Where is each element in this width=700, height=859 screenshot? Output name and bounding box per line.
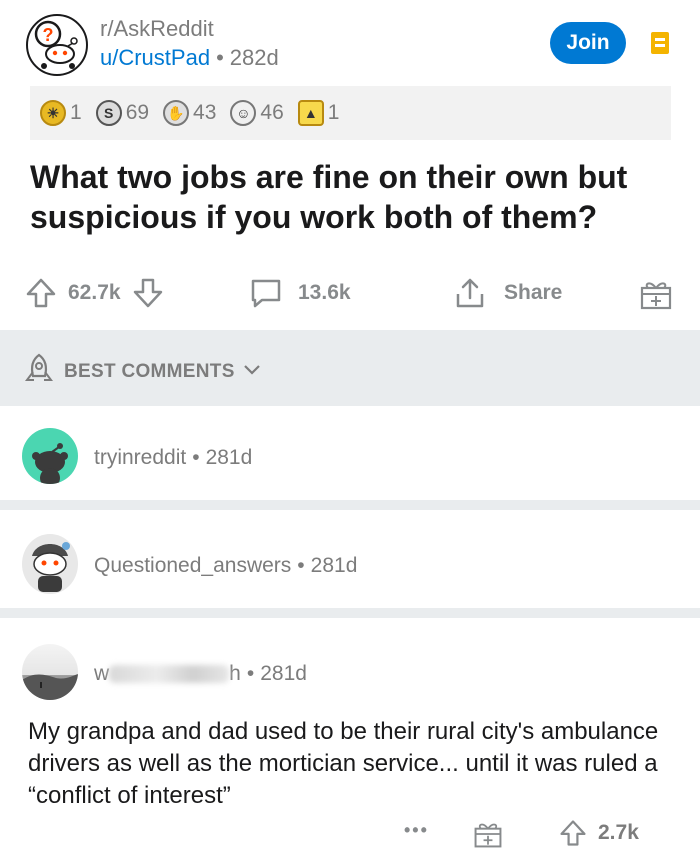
gift-icon (472, 818, 504, 850)
award-platinum: ▲ 1 (297, 100, 340, 126)
svg-text:?: ? (43, 25, 54, 45)
comment-username[interactable]: wh (94, 662, 241, 685)
comment-body: My grandpa and dad used to be their rura… (28, 718, 659, 809)
comment-age: 281d (260, 662, 307, 685)
meta-separator: • (297, 554, 305, 577)
comment-sort-dropdown[interactable]: BEST COMMENTS (22, 352, 261, 392)
snoo-avatar-icon (32, 443, 68, 484)
comment-meta: w h • 281d (94, 662, 307, 686)
award-count: 46 (260, 101, 284, 124)
helpful-award-icon: ✋ (163, 100, 190, 126)
avatar[interactable] (22, 644, 78, 700)
avatar[interactable] (22, 428, 78, 484)
comment-vote-group: 2.7k (558, 818, 639, 848)
award-wholesome: ☺ 46 (230, 100, 284, 126)
meta-separator: • (216, 45, 224, 70)
award-count: 43 (193, 101, 217, 124)
upvote-count: 62.7k (68, 281, 121, 304)
gift-award-button[interactable] (638, 276, 674, 312)
more-options-button[interactable]: ••• (404, 820, 429, 841)
platinum-award-icon: ▲ (297, 100, 324, 126)
comment-username[interactable]: tryinreddit (94, 446, 186, 469)
bookmark-icon[interactable] (651, 32, 669, 54)
comments-button[interactable]: 13.6k (248, 276, 351, 310)
photo-avatar-icon (22, 674, 78, 700)
award-count: 69 (125, 101, 150, 124)
post-meta: u/CrustPad • 282d (100, 45, 279, 71)
avatar[interactable] (22, 534, 78, 594)
post-title[interactable]: What two jobs are fine on their own but … (30, 157, 670, 237)
award-count: 1 (70, 101, 82, 124)
share-label: Share (504, 281, 563, 304)
gift-award-button[interactable] (472, 818, 504, 850)
post-age: 282d (229, 45, 279, 70)
author-link[interactable]: u/CrustPad (100, 45, 210, 70)
askreddit-snoo-icon: ? (34, 20, 78, 69)
share-button[interactable]: Share (452, 276, 562, 310)
award-gold: ☀ 1 (40, 100, 82, 126)
comment-age: 281d (310, 554, 358, 577)
sort-label: BEST COMMENTS (64, 361, 235, 382)
post-action-bar: 62.7k 13.6k Share (0, 268, 700, 318)
rocket-icon (22, 352, 56, 392)
snoo-avatar-icon (32, 542, 70, 592)
comment-age: 281d (205, 446, 253, 469)
subreddit-avatar[interactable]: ? (26, 14, 88, 76)
upvote-arrow-icon[interactable] (24, 276, 58, 310)
comment-upvote-count: 2.7k (598, 821, 639, 844)
downvote-arrow-icon[interactable] (131, 276, 165, 310)
subreddit-name[interactable]: r/AskReddit (100, 16, 214, 42)
award-silver: S 69 (95, 100, 150, 126)
meta-separator: • (246, 662, 255, 685)
meta-separator: • (192, 446, 200, 469)
comment-meta: Questioned_answers • 281d (94, 554, 357, 578)
share-icon (452, 276, 488, 310)
comment-count: 13.6k (298, 281, 351, 304)
wholesome-award-icon: ☺ (230, 100, 257, 126)
gift-icon (638, 276, 674, 312)
comment-bubble-icon (248, 276, 284, 310)
gold-award-icon: ☀ (40, 100, 66, 126)
comment-username[interactable]: Questioned_answers (94, 554, 291, 577)
award-count: 1 (327, 101, 340, 124)
upvote-arrow-icon[interactable] (558, 818, 588, 848)
vote-group: 62.7k (24, 276, 165, 310)
more-dots-icon: ••• (404, 820, 429, 840)
chevron-down-icon (243, 361, 261, 383)
award-helpful: ✋ 43 (163, 100, 216, 126)
redacted-username-blur (109, 665, 230, 684)
comment-divider (0, 608, 700, 618)
comment-action-bar: ••• 2.7k (0, 812, 700, 858)
awards-bar[interactable]: ☀ 1 S 69 ✋ 43 ☺ 46 ▲ 1 (30, 86, 671, 140)
comment-meta: tryinreddit • 281d (94, 446, 252, 470)
join-button[interactable]: Join (550, 22, 626, 64)
silver-coin-award-icon: S (95, 100, 122, 126)
comment-divider (0, 500, 700, 510)
